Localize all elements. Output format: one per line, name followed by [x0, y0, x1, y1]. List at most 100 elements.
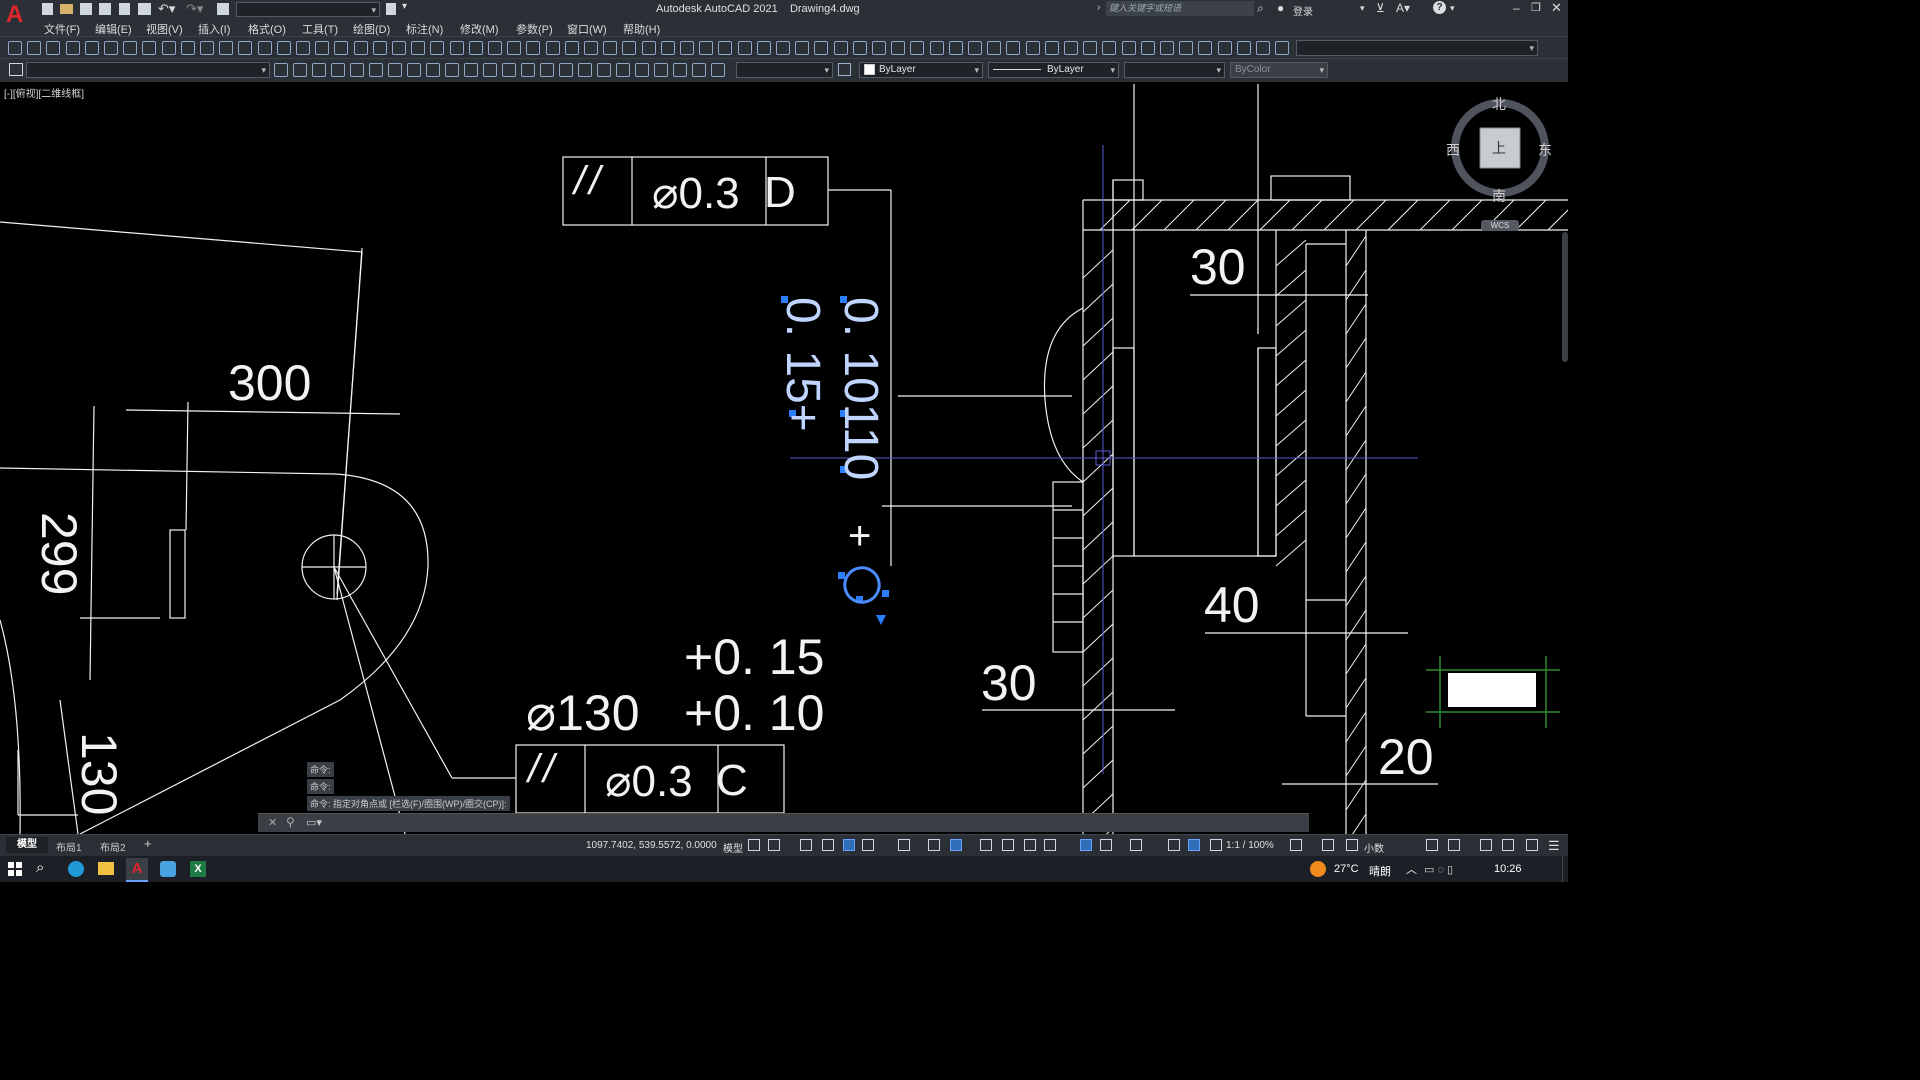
status-toggle-icon-7[interactable] [928, 839, 940, 851]
help-dropdown-icon[interactable]: ▾ [1450, 3, 1455, 14]
draw-modify-tool-icon-4[interactable] [84, 41, 99, 55]
draw-modify-tool-icon-38[interactable] [737, 41, 752, 55]
annotation-tool-icon-15[interactable] [559, 63, 573, 77]
status-toggle-icon-9[interactable] [980, 839, 992, 851]
login-dropdown-icon[interactable]: ▾ [1360, 3, 1365, 14]
draw-modify-tool-icon-31[interactable] [603, 41, 618, 55]
viewcube-east[interactable]: 东 [1538, 140, 1552, 160]
draw-modify-tool-icon-6[interactable] [123, 41, 138, 55]
status-toggle-icon-25[interactable] [1502, 839, 1514, 851]
windows-start-icon[interactable] [8, 862, 22, 876]
draw-modify-tool-icon-0[interactable] [8, 41, 22, 55]
draw-modify-tool-icon-41[interactable] [795, 41, 810, 55]
draw-modify-tool-icon-59[interactable] [1140, 41, 1155, 55]
draw-modify-tool-icon-14[interactable] [276, 41, 291, 55]
draw-modify-tool-icon-64[interactable] [1236, 41, 1251, 55]
plot-icon[interactable] [138, 3, 151, 15]
cart-icon[interactable]: ⊻ [1376, 1, 1385, 15]
draw-modify-tool-icon-36[interactable] [699, 41, 714, 55]
status-toggle-icon-18[interactable] [1210, 839, 1222, 851]
status-toggle-icon-6[interactable] [898, 839, 910, 851]
annotation-tool-icon-16[interactable] [578, 63, 592, 77]
annotation-tool-icon-9[interactable] [445, 63, 459, 77]
draw-modify-tool-icon-35[interactable] [680, 41, 694, 55]
draw-modify-tool-icon-30[interactable] [584, 41, 598, 55]
menu-window[interactable]: 窗口(W) [567, 21, 607, 37]
status-toggle-icon-15[interactable] [1130, 839, 1142, 851]
command-close-icon[interactable]: ✕ [268, 816, 277, 829]
status-toggle-icon-11[interactable] [1024, 839, 1036, 851]
draw-modify-tool-icon-11[interactable] [219, 41, 234, 55]
draw-modify-tool-icon-20[interactable] [392, 41, 406, 55]
tab-layout2[interactable]: 布局2 [100, 839, 126, 854]
status-toggle-icon-13[interactable] [1080, 839, 1092, 851]
status-toggle-icon-1[interactable] [768, 839, 780, 851]
menu-parametric[interactable]: 参数(P) [516, 21, 553, 37]
status-toggle-icon-24[interactable] [1480, 839, 1492, 851]
login-link[interactable]: 登录 [1293, 3, 1313, 18]
status-toggle-icon-4[interactable] [843, 839, 855, 851]
draw-modify-tool-icon-40[interactable] [776, 41, 790, 55]
redo-icon[interactable]: ↷▾ [186, 1, 203, 17]
open-file-icon[interactable] [60, 4, 73, 14]
draw-modify-tool-icon-55[interactable] [1064, 41, 1078, 55]
draw-modify-tool-icon-54[interactable] [1044, 41, 1059, 55]
annotation-scale[interactable]: 1:1 / 100% [1226, 840, 1274, 851]
file-explorer-icon[interactable] [98, 862, 114, 875]
status-toggle-icon-5[interactable] [862, 839, 874, 851]
tab-layout1[interactable]: 布局1 [56, 839, 82, 854]
menu-file[interactable]: 文件(F) [44, 21, 80, 37]
draw-modify-tool-icon-13[interactable] [257, 41, 272, 55]
annotation-tool-icon-2[interactable] [312, 63, 326, 77]
clock-time[interactable]: 10:26 [1494, 863, 1522, 875]
command-recent-icon[interactable]: ▭▾ [306, 816, 322, 829]
draw-modify-tool-icon-52[interactable] [1006, 41, 1021, 55]
status-toggle-icon-10[interactable] [1002, 839, 1014, 851]
draw-modify-tool-icon-61[interactable] [1179, 41, 1194, 55]
draw-modify-tool-icon-1[interactable] [27, 41, 42, 55]
units-dropdown[interactable]: 小数 [1364, 840, 1384, 855]
status-toggle-icon-19[interactable] [1290, 839, 1302, 851]
annotation-tool-icon-20[interactable] [654, 63, 668, 77]
annotation-tool-icon-12[interactable] [502, 63, 516, 77]
search-expand-icon[interactable]: › [1097, 2, 1100, 13]
draw-modify-tool-icon-26[interactable] [507, 41, 522, 55]
draw-modify-tool-icon-65[interactable] [1256, 41, 1270, 55]
viewcube-top-label[interactable]: 上 [1492, 138, 1506, 158]
status-toggle-icon-21[interactable] [1346, 839, 1358, 851]
annotation-tool-icon-10[interactable] [464, 63, 478, 77]
draw-modify-tool-icon-29[interactable] [564, 41, 579, 55]
status-toggle-icon-2[interactable] [800, 839, 812, 851]
status-toggle-icon-12[interactable] [1044, 839, 1056, 851]
viewcube-west[interactable]: 西 [1446, 140, 1460, 160]
help-icon[interactable]: ? [1433, 1, 1446, 14]
model-viewport[interactable]: [-][俯视][二维线框] // ⌀0.3 D 300 299 130 0. 1… [0, 82, 1568, 834]
publish-icon[interactable] [119, 3, 130, 15]
draw-modify-tool-icon-37[interactable] [718, 41, 733, 55]
draw-modify-tool-icon-50[interactable] [968, 41, 982, 55]
layer-dropdown[interactable]: ▾ [26, 62, 270, 78]
draw-modify-tool-icon-45[interactable] [872, 41, 886, 55]
draw-modify-tool-icon-8[interactable] [161, 41, 176, 55]
draw-modify-tool-icon-16[interactable] [315, 41, 330, 55]
draw-modify-tool-icon-51[interactable] [987, 41, 1002, 55]
menu-view[interactable]: 视图(V) [146, 21, 183, 37]
draw-modify-tool-icon-62[interactable] [1198, 41, 1213, 55]
command-customize-icon[interactable]: ⚲ [286, 815, 295, 829]
annotation-tool-icon-8[interactable] [426, 63, 440, 77]
status-toggle-icon-17[interactable] [1188, 839, 1200, 851]
wcs-badge[interactable]: WCS [1481, 220, 1519, 231]
draw-modify-tool-icon-7[interactable] [142, 41, 157, 55]
draw-modify-tool-icon-44[interactable] [852, 41, 867, 55]
scrollbar-vertical[interactable] [1562, 232, 1568, 362]
viewcube-north[interactable]: 北 [1492, 94, 1506, 114]
annotation-tool-icon-1[interactable] [293, 63, 307, 77]
status-toggle-icon-16[interactable] [1168, 839, 1180, 851]
draw-modify-tool-icon-56[interactable] [1083, 41, 1098, 55]
save-as-icon[interactable] [99, 3, 111, 15]
weather-condition[interactable]: 晴朗 [1369, 863, 1391, 879]
draw-modify-tool-icon-9[interactable] [180, 41, 195, 55]
menu-edit[interactable]: 编辑(E) [95, 21, 132, 37]
status-toggle-icon-20[interactable] [1322, 839, 1334, 851]
annotation-tool-icon-18[interactable] [616, 63, 630, 77]
